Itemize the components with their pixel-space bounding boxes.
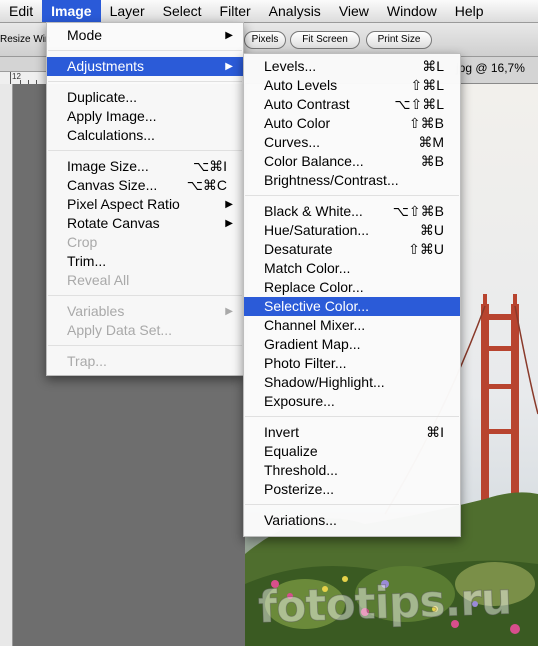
menu-item-canvas-size[interactable]: Canvas Size... ⌥⌘C bbox=[47, 176, 243, 195]
menu-item-adjustments[interactable]: Adjustments ▶ bbox=[47, 57, 243, 76]
menu-image[interactable]: Image bbox=[42, 0, 101, 22]
submenu-arrow-icon: ▶ bbox=[225, 61, 233, 72]
vertical-ruler bbox=[0, 84, 13, 646]
menu-item-channel-mixer[interactable]: Channel Mixer... bbox=[244, 316, 460, 335]
menu-item-image-size[interactable]: Image Size... ⌥⌘I bbox=[47, 157, 243, 176]
menu-item-curves[interactable]: Curves... ⌘M bbox=[244, 133, 460, 152]
menu-item-rotate-canvas[interactable]: Rotate Canvas ▶ bbox=[47, 214, 243, 233]
menu-item-auto-levels[interactable]: Auto Levels ⇧⌘L bbox=[244, 76, 460, 95]
menu-item-equalize[interactable]: Equalize bbox=[244, 442, 460, 461]
menu-item-shadow-highlight[interactable]: Shadow/Highlight... bbox=[244, 373, 460, 392]
print-size-button[interactable]: Print Size bbox=[366, 31, 432, 49]
menu-filter[interactable]: Filter bbox=[211, 0, 260, 22]
menu-item-pixel-aspect-ratio[interactable]: Pixel Aspect Ratio ▶ bbox=[47, 195, 243, 214]
menu-edit[interactable]: Edit bbox=[0, 0, 42, 22]
menu-item-black-white[interactable]: Black & White... ⌥⇧⌘B bbox=[244, 202, 460, 221]
menu-item-auto-color[interactable]: Auto Color ⇧⌘B bbox=[244, 114, 460, 133]
menu-item-invert[interactable]: Invert ⌘I bbox=[244, 423, 460, 442]
menu-item-apply-data-set: Apply Data Set... bbox=[67, 322, 173, 338]
menu-help[interactable]: Help bbox=[446, 0, 493, 22]
menu-select[interactable]: Select bbox=[154, 0, 211, 22]
submenu-arrow-icon: ▶ bbox=[225, 306, 233, 317]
menu-layer[interactable]: Layer bbox=[101, 0, 154, 22]
adjustments-submenu: Levels... ⌘L Auto Levels ⇧⌘L Auto Contrast… bbox=[243, 53, 461, 537]
menu-item-hue-saturation[interactable]: Hue/Saturation... ⌘U bbox=[244, 221, 460, 240]
menu-analysis[interactable]: Analysis bbox=[260, 0, 330, 22]
menu-item-trap: Trap... bbox=[67, 353, 107, 369]
menu-item-duplicate[interactable]: Duplicate... bbox=[47, 88, 243, 107]
menu-item-reveal-all: Reveal All bbox=[67, 272, 130, 288]
menu-item-gradient-map[interactable]: Gradient Map... bbox=[244, 335, 460, 354]
menu-item-posterize[interactable]: Posterize... bbox=[244, 480, 460, 499]
watermark: fototips.ru bbox=[257, 573, 513, 634]
submenu-arrow-icon: ▶ bbox=[225, 30, 233, 41]
submenu-arrow-icon: ▶ bbox=[225, 199, 233, 210]
menu-item-exposure[interactable]: Exposure... bbox=[244, 392, 460, 411]
menu-item-desaturate[interactable]: Desaturate ⇧⌘U bbox=[244, 240, 460, 259]
menu-item-levels[interactable]: Levels... ⌘L bbox=[244, 57, 460, 76]
menu-window[interactable]: Window bbox=[378, 0, 446, 22]
menu-item-match-color[interactable]: Match Color... bbox=[244, 259, 460, 278]
menu-item-auto-contrast[interactable]: Auto Contrast ⌥⇧⌘L bbox=[244, 95, 460, 114]
menu-view[interactable]: View bbox=[330, 0, 378, 22]
menu-item-mode[interactable]: Mode ▶ bbox=[47, 26, 243, 45]
menu-item-trim[interactable]: Trim... bbox=[47, 252, 243, 271]
resize-windows-label[interactable]: Resize Win bbox=[0, 34, 51, 45]
fit-screen-button[interactable]: Fit Screen bbox=[290, 31, 360, 49]
menu-item-calculations[interactable]: Calculations... bbox=[47, 126, 243, 145]
submenu-arrow-icon: ▶ bbox=[225, 218, 233, 229]
menu-item-crop: Crop bbox=[67, 234, 98, 250]
image-menu: Mode ▶ Adjustments ▶ Duplicate... Apply … bbox=[46, 22, 244, 376]
menu-item-threshold[interactable]: Threshold... bbox=[244, 461, 460, 480]
menu-item-color-balance[interactable]: Color Balance... ⌘B bbox=[244, 152, 460, 171]
menu-item-replace-color[interactable]: Replace Color... bbox=[244, 278, 460, 297]
menu-item-variables: Variables ▶ bbox=[67, 303, 233, 319]
menu-item-apply-image[interactable]: Apply Image... bbox=[47, 107, 243, 126]
menu-item-variations[interactable]: Variations... bbox=[244, 511, 460, 530]
menu-item-brightness-contrast[interactable]: Brightness/Contrast... bbox=[244, 171, 460, 190]
menu-bar: Edit Image Layer Select Filter Analysis … bbox=[0, 0, 538, 23]
menu-item-selective-color[interactable]: Selective Color... bbox=[244, 297, 460, 316]
document-title[interactable]: jpg @ 16,7% bbox=[456, 61, 525, 75]
actual-pixels-button[interactable]: Pixels bbox=[244, 31, 286, 49]
menu-item-photo-filter[interactable]: Photo Filter... bbox=[244, 354, 460, 373]
